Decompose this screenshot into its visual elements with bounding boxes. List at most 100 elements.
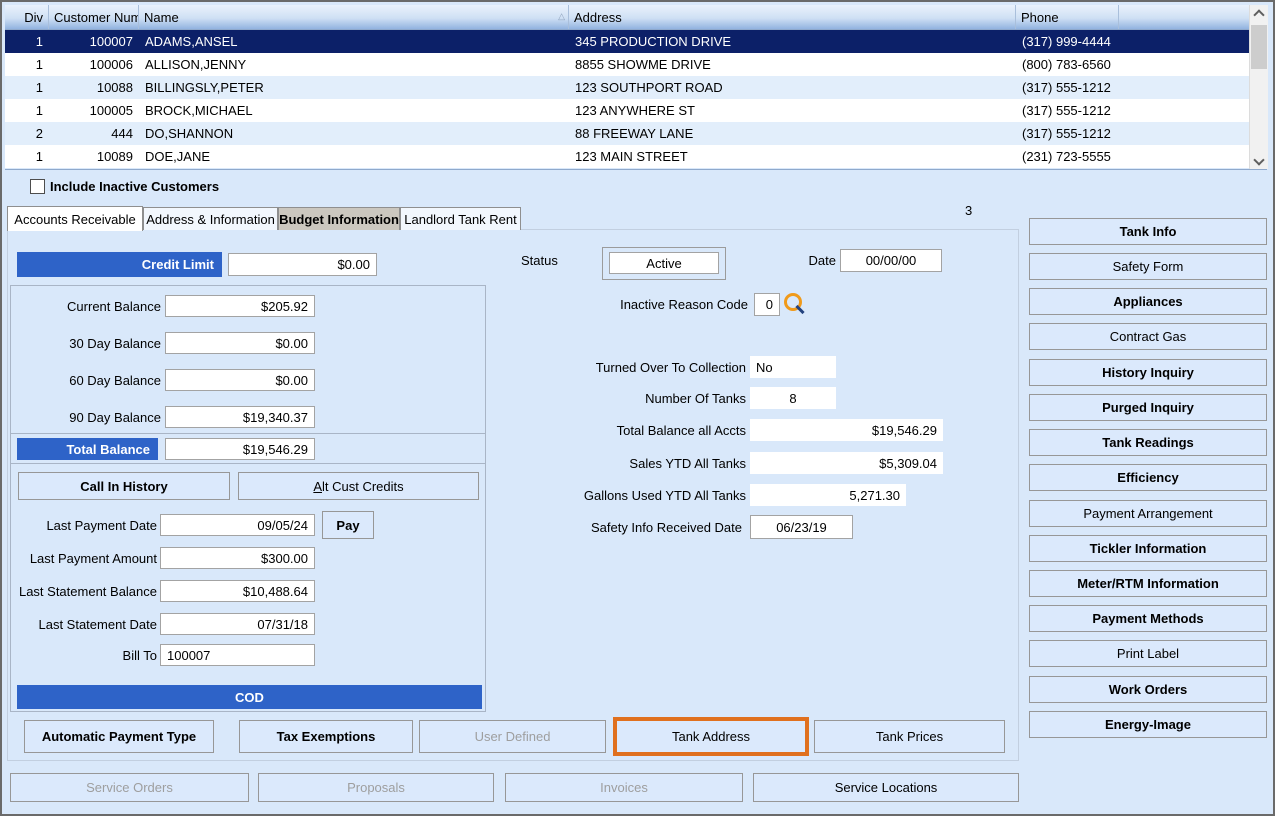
efficiency-button[interactable]: Efficiency [1029,464,1267,491]
bill-to-field[interactable]: 100007 [160,644,315,666]
safety-form-button[interactable]: Safety Form [1029,253,1267,280]
cell-customer-number: 444 [111,126,133,141]
table-row[interactable]: 1 100005 BROCK,MICHAEL 123 ANYWHERE ST (… [5,99,1249,122]
gallons-used-ytd-label: Gallons Used YTD All Tanks [583,487,746,503]
tab-landlord-tank-rent[interactable]: Landlord Tank Rent [400,207,521,230]
call-in-history-button[interactable]: Call In History [18,472,230,500]
column-header-name[interactable]: Name △ [139,5,569,29]
tank-address-button[interactable]: Tank Address [613,717,809,756]
safety-info-date-label: Safety Info Received Date [590,519,742,535]
work-orders-button[interactable]: Work Orders [1029,676,1267,703]
payment-arrangement-button[interactable]: Payment Arrangement [1029,500,1267,527]
balance-60-label: 60 Day Balance [69,372,161,388]
tab-budget-information[interactable]: Budget Information [278,207,400,230]
last-statement-balance-field[interactable]: $10,488.64 [160,580,315,602]
credit-limit-label: Credit Limit [17,252,222,277]
meter-rtm-information-button[interactable]: Meter/RTM Information [1029,570,1267,597]
total-balance-field[interactable]: $19,546.29 [165,438,315,460]
scroll-up-icon[interactable] [1250,5,1268,21]
table-row[interactable]: 1 100006 ALLISON,JENNY 8855 SHOWME DRIVE… [5,53,1249,76]
balance-60-field[interactable]: $0.00 [165,369,315,391]
last-payment-date-field[interactable]: 09/05/24 [160,514,315,536]
customer-app-window: Div Customer Number Name △ Address Phone… [0,0,1275,816]
service-orders-button: Service Orders [10,773,249,802]
contract-gas-button[interactable]: Contract Gas [1029,323,1267,350]
tank-prices-button[interactable]: Tank Prices [814,720,1005,753]
divider [11,463,485,464]
cell-div: 1 [35,149,43,164]
cod-banner: COD [17,685,482,709]
sales-ytd-label: Sales YTD All Tanks [629,455,746,471]
cell-address: 123 MAIN STREET [575,149,688,164]
cell-address: 345 PRODUCTION DRIVE [575,34,732,49]
balance-90-field[interactable]: $19,340.37 [165,406,315,428]
column-header-div[interactable]: Div [5,5,49,29]
tax-exemptions-button[interactable]: Tax Exemptions [239,720,413,753]
history-inquiry-button[interactable]: History Inquiry [1029,359,1267,386]
date-field[interactable]: 00/00/00 [840,249,942,272]
purged-inquiry-button[interactable]: Purged Inquiry [1029,394,1267,421]
balance-30-field[interactable]: $0.00 [165,332,315,354]
table-row[interactable]: 1 10088 BILLINGSLY,PETER 123 SOUTHPORT R… [5,76,1249,99]
current-balance-field[interactable]: $205.92 [165,295,315,317]
cell-customer-number: 100007 [89,34,133,49]
tab-accounts-receivable[interactable]: Accounts Receivable [7,206,143,231]
lookup-magnifier-icon[interactable] [784,293,802,311]
invoices-button: Invoices [505,773,743,802]
column-header-phone[interactable]: Phone [1016,5,1119,29]
gallons-used-ytd-field: 5,271.30 [750,484,906,506]
divider [11,433,485,434]
include-inactive-label: Include Inactive Customers [50,178,220,194]
cell-phone: (800) 783-6560 [1022,57,1111,72]
include-inactive-checkbox[interactable] [30,179,45,194]
payment-methods-button[interactable]: Payment Methods [1029,605,1267,632]
appliances-button[interactable]: Appliances [1029,288,1267,315]
column-header-filler [1119,5,1249,29]
tickler-information-button[interactable]: Tickler Information [1029,535,1267,562]
scroll-down-icon[interactable] [1250,153,1268,169]
turned-over-field: No [750,356,836,378]
table-scrollbar[interactable] [1249,5,1268,169]
table-row[interactable]: 2 444 DO,SHANNON 88 FREEWAY LANE (317) 5… [5,122,1249,145]
record-count: 3 [965,202,973,218]
last-statement-date-field[interactable]: 07/31/18 [160,613,315,635]
cell-address: 123 ANYWHERE ST [575,103,695,118]
alt-cust-credits-button[interactable]: Alt Cust Credits [238,472,479,500]
last-payment-amount-label: Last Payment Amount [29,550,157,566]
cell-name: ADAMS,ANSEL [145,34,238,49]
cell-name: DO,SHANNON [145,126,234,141]
bill-to-label: Bill To [122,647,157,663]
last-statement-date-label: Last Statement Date [38,616,157,632]
number-of-tanks-field: 8 [750,387,836,409]
status-value: Active [609,252,719,274]
balance-90-label: 90 Day Balance [69,409,161,425]
cell-name: ALLISON,JENNY [145,57,247,72]
credit-limit-field[interactable]: $0.00 [228,253,377,276]
inactive-reason-label: Inactive Reason Code [620,297,748,312]
cell-div: 2 [35,126,43,141]
user-defined-button: User Defined [419,720,606,753]
turned-over-label: Turned Over To Collection [595,359,746,375]
service-locations-button[interactable]: Service Locations [753,773,1019,802]
table-row[interactable]: 1 10089 DOE,JANE 123 MAIN STREET (231) 7… [5,145,1249,168]
automatic-payment-type-button[interactable]: Automatic Payment Type [24,720,214,753]
scrollbar-thumb[interactable] [1251,25,1267,69]
tab-address-information[interactable]: Address & Information [143,207,278,230]
tank-info-button[interactable]: Tank Info [1029,218,1267,245]
cell-div: 1 [35,80,43,95]
table-row[interactable]: 1 100007 ADAMS,ANSEL 345 PRODUCTION DRIV… [5,30,1249,53]
cell-name: BROCK,MICHAEL [145,103,253,118]
inactive-reason-field[interactable]: 0 [754,293,780,316]
column-header-address[interactable]: Address [569,5,1016,29]
cell-div: 1 [35,103,43,118]
cell-phone: (317) 555-1212 [1022,126,1111,141]
tank-readings-button[interactable]: Tank Readings [1029,429,1267,456]
safety-info-date-field[interactable]: 06/23/19 [750,515,853,539]
date-label: Date [808,252,836,268]
status-label: Status [521,252,558,268]
energy-image-button[interactable]: Energy-Image [1029,711,1267,738]
last-payment-amount-field[interactable]: $300.00 [160,547,315,569]
print-label-button[interactable]: Print Label [1029,640,1267,667]
pay-button[interactable]: Pay [322,511,374,539]
column-header-customer-number[interactable]: Customer Number [49,5,139,29]
